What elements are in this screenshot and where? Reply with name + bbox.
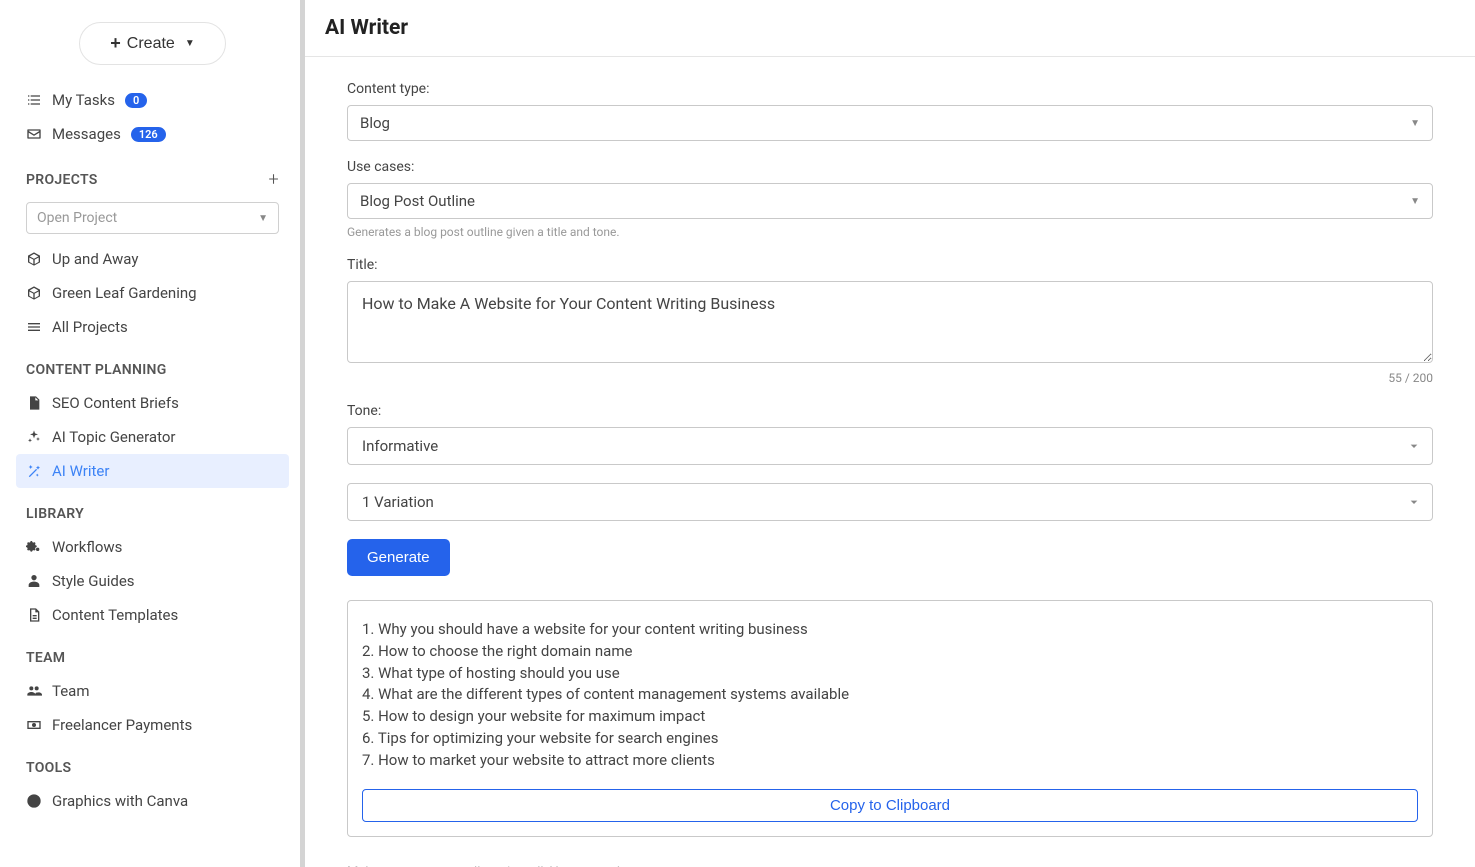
my-tasks-label: My Tasks [52,91,115,109]
sidebar-item-all-projects[interactable]: All Projects [16,310,289,344]
wand-icon [26,463,42,479]
doc-solid-icon [26,395,42,411]
list-check-icon [26,92,42,108]
sidebar-item-up-and-away[interactable]: Up and Away [16,242,289,276]
sidebar-item-ai-writer[interactable]: AI Writer [16,454,289,488]
scrollbar[interactable] [300,0,305,867]
doc-lines-icon [26,607,42,623]
content-type-label: Content type: [347,81,1433,97]
sidebar-item-workflows[interactable]: Workflows [16,530,289,564]
content-type-select[interactable]: Blog ▼ [347,105,1433,141]
sidebar-item-team[interactable]: Team [16,674,289,708]
user-book-icon [26,573,42,589]
variation-select[interactable]: 1 Variation [347,483,1433,521]
caret-down-icon: ▼ [258,213,268,224]
content-planning-header: CONTENT PLANNING [16,344,289,386]
sidebar-item-seo-briefs[interactable]: SEO Content Briefs [16,386,289,420]
money-icon [26,717,42,733]
use-cases-label: Use cases: [347,159,1433,175]
page-title: AI Writer [325,16,1455,40]
title-input[interactable] [347,281,1433,363]
cube-icon [26,285,42,301]
canva-icon [26,793,42,809]
char-counter: 55 / 200 [347,371,1433,385]
output-line: 1. Why you should have a website for you… [362,619,1418,641]
cube-icon [26,251,42,267]
open-project-select[interactable]: Open Project ▼ [26,202,279,234]
tone-select[interactable]: Informative [347,427,1433,465]
create-button[interactable]: + Create ▼ [79,22,225,65]
output-line: 3. What type of hosting should you use [362,663,1418,685]
gears-icon [26,539,42,555]
sidebar-item-style-guides[interactable]: Style Guides [16,564,289,598]
use-cases-select[interactable]: Blog Post Outline ▼ [347,183,1433,219]
messages-label: Messages [52,125,121,143]
sidebar-item-green-leaf[interactable]: Green Leaf Gardening [16,276,289,310]
create-label: Create [127,35,175,53]
output-line: 4. What are the different types of conte… [362,684,1418,706]
users-icon [26,683,42,699]
output-line: 6. Tips for optimizing your website for … [362,728,1418,750]
sidebar-item-canva[interactable]: Graphics with Canva [16,784,289,818]
use-cases-hint: Generates a blog post outline given a ti… [347,225,1433,239]
sparkles-icon [26,429,42,445]
title-label: Title: [347,257,1433,273]
sidebar-item-ai-topic[interactable]: AI Topic Generator [16,420,289,454]
team-header: TEAM [16,632,289,674]
caret-down-icon: ▼ [1410,196,1420,207]
sidebar-item-payments[interactable]: Freelancer Payments [16,708,289,742]
generate-button[interactable]: Generate [347,539,450,576]
envelope-icon [26,126,42,142]
sidebar-item-my-tasks[interactable]: My Tasks 0 [16,83,289,117]
sidebar-item-messages[interactable]: Messages 126 [16,117,289,151]
open-project-placeholder: Open Project [37,210,117,226]
library-header: LIBRARY [16,488,289,530]
caret-down-icon: ▼ [185,38,195,49]
main-header: AI Writer [305,0,1475,57]
sidebar-item-content-templates[interactable]: Content Templates [16,598,289,632]
output-line: 7. How to market your website to attract… [362,750,1418,772]
plus-icon: + [110,33,121,54]
messages-badge: 126 [131,127,166,142]
output-box: 1. Why you should have a website for you… [347,600,1433,837]
caret-down-icon: ▼ [1410,118,1420,129]
my-tasks-badge: 0 [125,93,147,108]
sidebar: + Create ▼ My Tasks 0 Messages 126 PROJE… [0,0,305,867]
add-project-button[interactable]: + [269,169,279,190]
bars-icon [26,319,42,335]
tone-label: Tone: [347,403,1433,419]
output-line: 2. How to choose the right domain name [362,641,1418,663]
copy-to-clipboard-button[interactable]: Copy to Clipboard [362,789,1418,822]
output-line: 5. How to design your website for maximu… [362,706,1418,728]
main: AI Writer Content type: Blog ▼ Use cases… [305,0,1475,867]
projects-header: PROJECTS + [16,151,289,198]
tools-header: TOOLS [16,742,289,784]
